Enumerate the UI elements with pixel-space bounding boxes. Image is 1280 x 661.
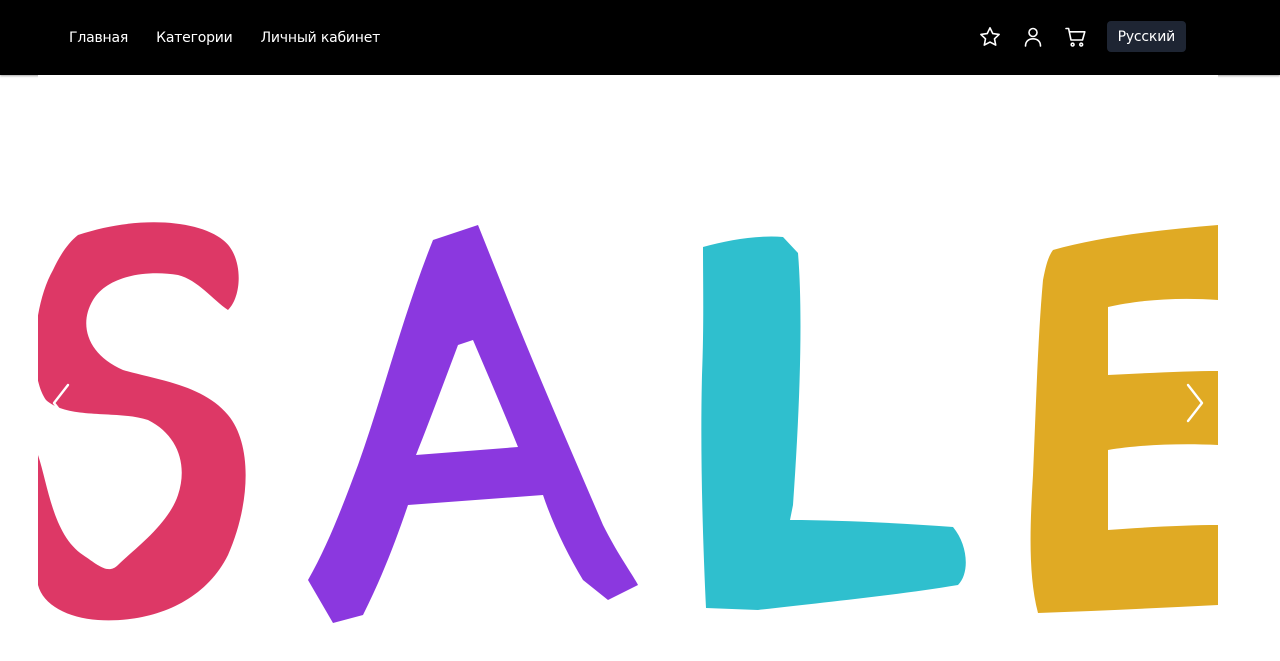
nav-link-categories[interactable]: Категории: [156, 30, 233, 46]
nav-link-account[interactable]: Личный кабинет: [261, 30, 381, 46]
carousel-prev-button[interactable]: [46, 381, 76, 425]
cart-icon: [1064, 27, 1086, 47]
sale-banner-carousel: [38, 75, 1218, 661]
top-navigation-bar: Главная Категории Личный кабинет Русский: [0, 0, 1280, 75]
star-icon: [979, 26, 1000, 46]
carousel-next-button[interactable]: [1180, 381, 1210, 425]
main-nav: Главная Категории Личный кабинет: [69, 0, 408, 75]
language-selector-button[interactable]: Русский: [1106, 21, 1186, 52]
profile-button[interactable]: [1021, 25, 1045, 49]
letter-a: [308, 225, 638, 623]
sale-banner-image: [38, 222, 1218, 623]
nav-link-home[interactable]: Главная: [69, 30, 128, 46]
letter-l: [701, 236, 966, 610]
user-icon: [1024, 27, 1041, 47]
header-tools: Русский: [978, 21, 1186, 52]
favorites-button[interactable]: [978, 25, 1002, 49]
chevron-left-icon: [52, 383, 70, 423]
cart-button[interactable]: [1064, 25, 1088, 49]
chevron-right-icon: [1186, 383, 1204, 423]
